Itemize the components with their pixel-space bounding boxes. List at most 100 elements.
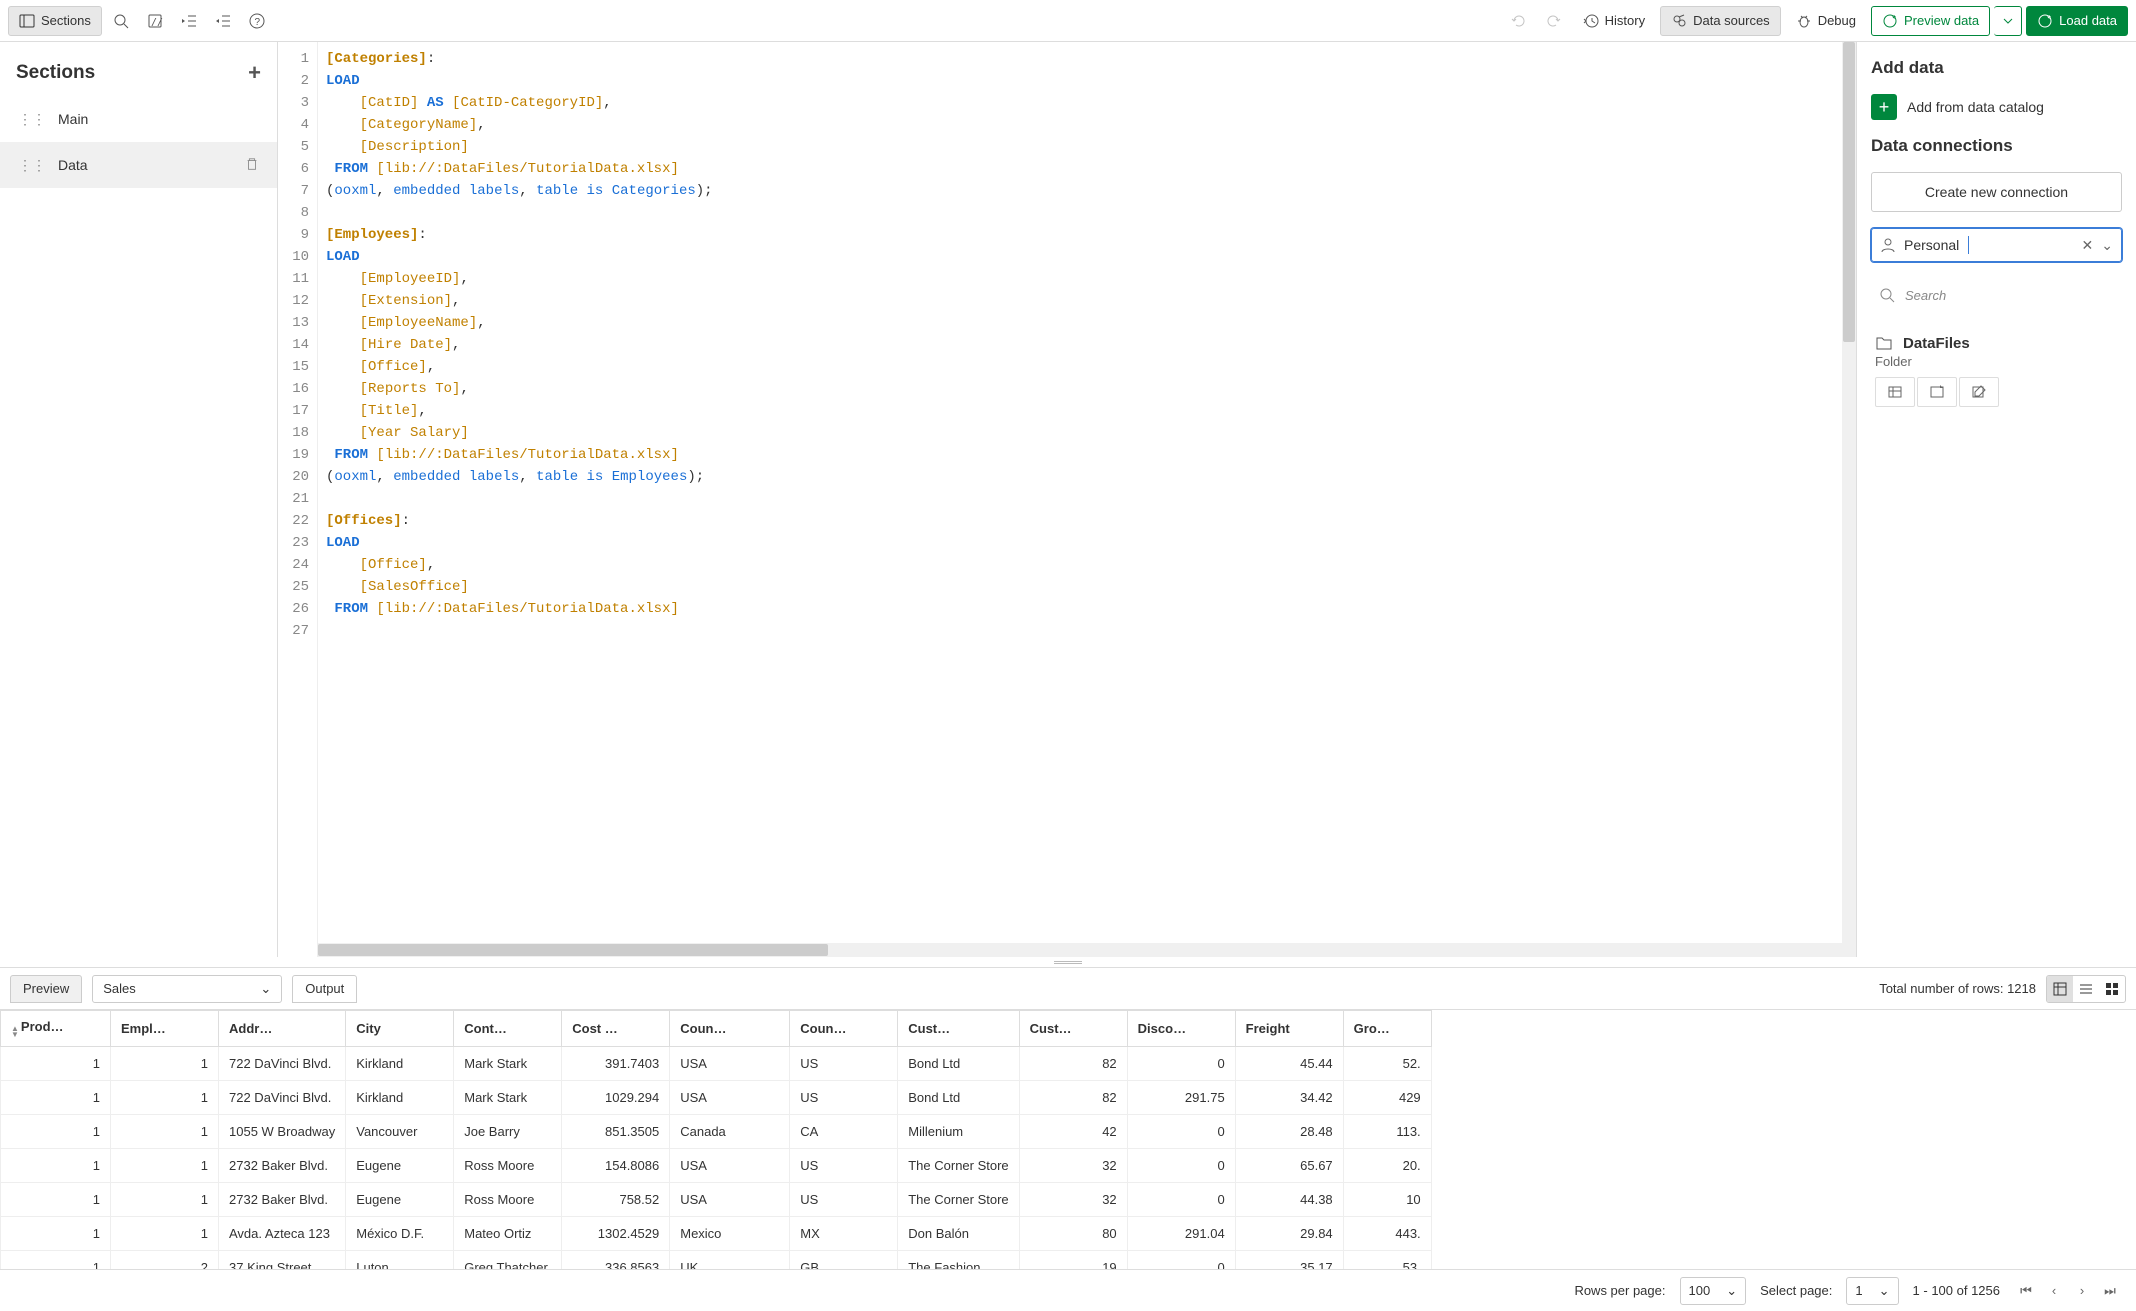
- add-data-title: Add data: [1871, 58, 2122, 78]
- drag-handle-icon[interactable]: ⋮⋮: [18, 157, 46, 174]
- help-icon[interactable]: ?: [242, 6, 272, 36]
- drag-handle-icon[interactable]: ⋮⋮: [18, 111, 46, 128]
- table-row[interactable]: 11Avda. Azteca 123México D.F.Mateo Ortiz…: [1, 1217, 1432, 1251]
- table-cell: 0: [1127, 1183, 1235, 1217]
- table-cell: 0: [1127, 1047, 1235, 1081]
- section-item-main[interactable]: ⋮⋮ Main: [0, 96, 277, 142]
- indent-icon[interactable]: [174, 6, 204, 36]
- table-cell: 722 DaVinci Blvd.: [219, 1081, 346, 1115]
- undo-icon[interactable]: [1504, 6, 1534, 36]
- redo-icon[interactable]: [1538, 6, 1568, 36]
- tab-preview[interactable]: Preview: [10, 975, 82, 1003]
- table-cell: USA: [670, 1081, 790, 1115]
- add-section-button[interactable]: +: [248, 60, 261, 86]
- table-cell: Bond Ltd: [898, 1081, 1019, 1115]
- table-cell: 0: [1127, 1115, 1235, 1149]
- column-header[interactable]: Coun…: [670, 1011, 790, 1047]
- table-cell: 851.3505: [562, 1115, 670, 1149]
- table-cell: Bond Ltd: [898, 1047, 1019, 1081]
- connection-item[interactable]: DataFiles Folder: [1871, 328, 2122, 413]
- view-toggle: [2046, 975, 2126, 1003]
- page-select[interactable]: 1⌄: [1846, 1277, 1898, 1305]
- column-header[interactable]: ▲▼Prod…: [1, 1011, 111, 1047]
- table-cell: 1055 W Broadway: [219, 1115, 346, 1149]
- column-header[interactable]: Freight: [1235, 1011, 1343, 1047]
- first-page-button[interactable]: ⏮: [2014, 1279, 2038, 1303]
- table-cell: Joe Barry: [454, 1115, 562, 1149]
- table-cell: 44.38: [1235, 1183, 1343, 1217]
- clear-space-icon[interactable]: ✕: [2082, 237, 2094, 254]
- data-sources-button[interactable]: Data sources: [1660, 6, 1781, 36]
- table-cell: 19: [1019, 1251, 1127, 1270]
- plus-icon: +: [1871, 94, 1897, 120]
- table-row[interactable]: 1237 King StreetLutonGreg Thatcher336.85…: [1, 1251, 1432, 1270]
- load-data-button[interactable]: Load data: [2026, 6, 2128, 36]
- prev-page-button[interactable]: ‹: [2042, 1279, 2066, 1303]
- connection-search[interactable]: Search: [1871, 278, 2122, 312]
- preview-dropdown[interactable]: [1994, 6, 2022, 36]
- add-from-catalog-button[interactable]: + Add from data catalog: [1871, 94, 2122, 120]
- history-button[interactable]: History: [1572, 6, 1656, 36]
- script-editor[interactable]: 1234567891011121314151617181920212223242…: [278, 42, 1856, 957]
- column-header[interactable]: Disco…: [1127, 1011, 1235, 1047]
- line-gutter: 1234567891011121314151617181920212223242…: [278, 42, 318, 957]
- table-cell: 1302.4529: [562, 1217, 670, 1251]
- table-row[interactable]: 111055 W BroadwayVancouverJoe Barry851.3…: [1, 1115, 1432, 1149]
- column-header[interactable]: Coun…: [790, 1011, 898, 1047]
- debug-button[interactable]: Debug: [1785, 6, 1867, 36]
- table-row[interactable]: 112732 Baker Blvd.EugeneRoss Moore154.80…: [1, 1149, 1432, 1183]
- connection-insert-button[interactable]: [1875, 377, 1915, 407]
- view-grid-icon[interactable]: [2099, 976, 2125, 1002]
- search-icon[interactable]: [106, 6, 136, 36]
- history-icon: [1583, 13, 1599, 29]
- table-cell: 65.67: [1235, 1149, 1343, 1183]
- preview-table-wrap[interactable]: ▲▼Prod…Empl…Addr…CityCont…Cost …Coun…Cou…: [0, 1009, 2136, 1269]
- column-header[interactable]: Empl…: [111, 1011, 219, 1047]
- preview-table-select[interactable]: Sales ⌄: [92, 975, 282, 1003]
- editor-horizontal-scrollbar[interactable]: [318, 943, 1842, 957]
- tab-output[interactable]: Output: [292, 975, 357, 1003]
- last-page-button[interactable]: ⏭: [2098, 1279, 2122, 1303]
- rows-per-page-select[interactable]: 100⌄: [1680, 1277, 1747, 1305]
- column-header[interactable]: Cont…: [454, 1011, 562, 1047]
- table-cell: Ross Moore: [454, 1149, 562, 1183]
- table-cell: 1: [1, 1149, 111, 1183]
- connection-select-button[interactable]: [1917, 377, 1957, 407]
- table-cell: 82: [1019, 1081, 1127, 1115]
- code-area[interactable]: [Categories]: LOAD [CatID] AS [CatID-Cat…: [318, 42, 1842, 957]
- column-header[interactable]: Cost …: [562, 1011, 670, 1047]
- table-cell: CA: [790, 1115, 898, 1149]
- delete-section-icon[interactable]: [245, 157, 259, 174]
- outdent-icon[interactable]: [208, 6, 238, 36]
- table-row[interactable]: 11722 DaVinci Blvd.KirklandMark Stark391…: [1, 1047, 1432, 1081]
- preview-data-button[interactable]: Preview data: [1871, 6, 1990, 36]
- table-cell: 0: [1127, 1149, 1235, 1183]
- sections-label: Sections: [41, 13, 91, 28]
- chevron-down-icon[interactable]: ⌄: [2101, 237, 2113, 254]
- column-header[interactable]: Gro…: [1343, 1011, 1431, 1047]
- user-icon: [1880, 237, 1896, 253]
- comment-icon[interactable]: //: [140, 6, 170, 36]
- horizontal-splitter[interactable]: [0, 957, 2136, 967]
- column-header[interactable]: City: [346, 1011, 454, 1047]
- table-row[interactable]: 11722 DaVinci Blvd.KirklandMark Stark102…: [1, 1081, 1432, 1115]
- table-row[interactable]: 112732 Baker Blvd.EugeneRoss Moore758.52…: [1, 1183, 1432, 1217]
- top-toolbar: Sections // ? History Data sources Debug…: [0, 0, 2136, 42]
- connection-edit-button[interactable]: [1959, 377, 1999, 407]
- table-cell: 443.: [1343, 1217, 1431, 1251]
- column-header[interactable]: Cust…: [1019, 1011, 1127, 1047]
- catalog-label: Add from data catalog: [1907, 99, 2044, 115]
- column-header[interactable]: Cust…: [898, 1011, 1019, 1047]
- section-item-data[interactable]: ⋮⋮ Data: [0, 142, 277, 188]
- sections-button[interactable]: Sections: [8, 6, 102, 36]
- view-table-icon[interactable]: [2047, 976, 2073, 1002]
- view-list-icon[interactable]: [2073, 976, 2099, 1002]
- column-header[interactable]: Addr…: [219, 1011, 346, 1047]
- space-selector[interactable]: Personal ✕ ⌄: [1871, 228, 2122, 262]
- search-icon: [1879, 287, 1895, 303]
- table-cell: 1: [111, 1047, 219, 1081]
- create-connection-button[interactable]: Create new connection: [1871, 172, 2122, 212]
- next-page-button[interactable]: ›: [2070, 1279, 2094, 1303]
- editor-vertical-scrollbar[interactable]: [1842, 42, 1856, 957]
- table-cell: Luton: [346, 1251, 454, 1270]
